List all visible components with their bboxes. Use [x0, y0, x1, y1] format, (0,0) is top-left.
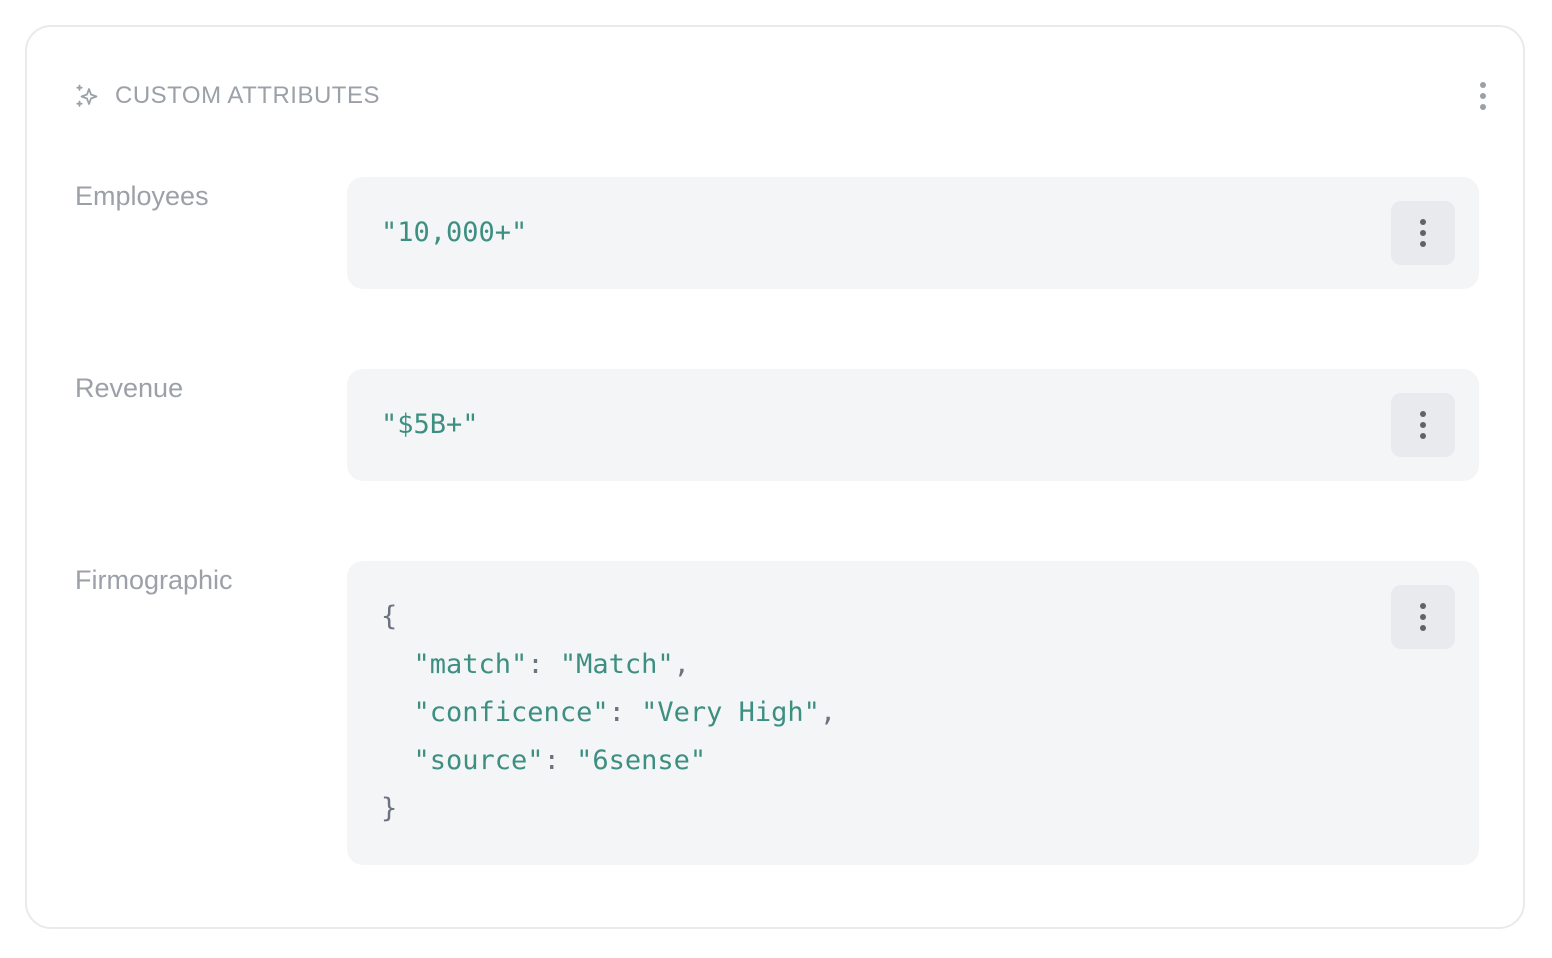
json-open-brace: {	[381, 601, 398, 632]
value-menu-button[interactable]	[1391, 393, 1455, 457]
attribute-value: "10,000+"	[381, 217, 528, 248]
attribute-label: Firmographic	[75, 565, 233, 595]
value-menu-button[interactable]	[1391, 201, 1455, 265]
json-key: "match"	[413, 649, 528, 680]
attribute-row-employees: Employees "10,000+"	[75, 177, 1481, 291]
attribute-value-box: "10,000+"	[347, 177, 1479, 289]
json-key: "source"	[413, 745, 544, 776]
json-value-string: "6sense"	[576, 745, 707, 776]
section-title: CUSTOM ATTRIBUTES	[115, 82, 380, 109]
more-vertical-icon[interactable]	[1471, 79, 1495, 113]
json-value: { "match": "Match", "conficence": "Very …	[381, 601, 837, 824]
more-vertical-icon	[1420, 219, 1426, 247]
custom-attributes-card: CUSTOM ATTRIBUTES Employees "10,000+" Re…	[25, 25, 1525, 929]
value-menu-button[interactable]	[1391, 585, 1455, 649]
attribute-value-box: "$5B+"	[347, 369, 1479, 481]
attribute-row-firmographic: Firmographic { "match": "Match", "confic…	[75, 561, 1481, 867]
json-close-brace: }	[381, 793, 398, 824]
attribute-value: "$5B+"	[381, 409, 479, 440]
more-vertical-icon	[1420, 411, 1426, 439]
card-header: CUSTOM ATTRIBUTES	[75, 79, 1495, 113]
attribute-label: Employees	[75, 181, 209, 211]
attribute-row-revenue: Revenue "$5B+"	[75, 369, 1481, 483]
sparkle-icon	[75, 83, 101, 109]
json-value-string: "Very High"	[641, 697, 820, 728]
json-value-string: "Match"	[559, 649, 674, 680]
json-key: "conficence"	[413, 697, 609, 728]
json-comma: ,	[819, 697, 837, 728]
json-comma: ,	[673, 649, 690, 680]
attribute-label: Revenue	[75, 373, 184, 403]
more-vertical-icon	[1420, 603, 1426, 631]
attribute-value-box: { "match": "Match", "conficence": "Very …	[347, 561, 1479, 865]
